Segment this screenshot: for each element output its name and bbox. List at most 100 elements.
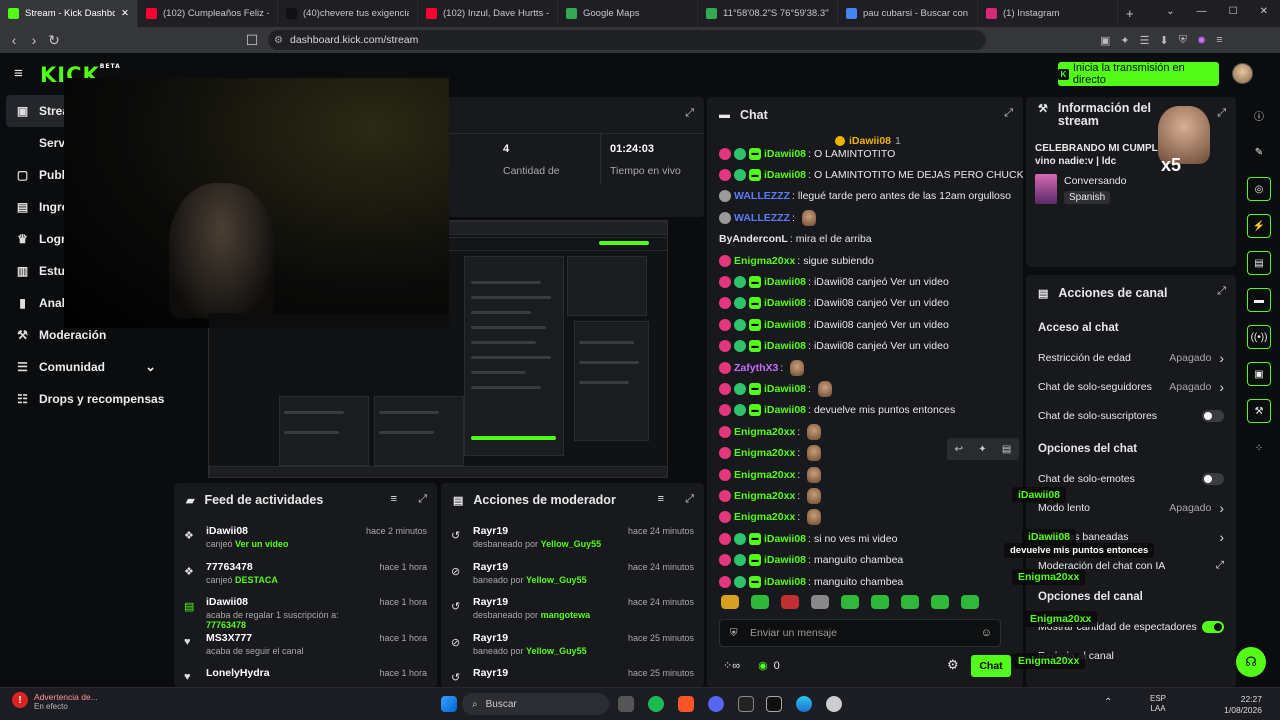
downloads-icon[interactable]: ⬇	[1160, 34, 1169, 47]
chat-username[interactable]: Enigma20xx	[734, 469, 795, 481]
chat-username[interactable]: Enigma20xx	[734, 490, 795, 502]
list-item-user[interactable]: 77763478	[206, 561, 379, 573]
info-icon[interactable]: ⓘ	[1247, 103, 1271, 127]
windows-start-icon[interactable]	[441, 696, 457, 712]
spotify-icon[interactable]	[648, 696, 664, 712]
browser-tab[interactable]: Google Maps	[558, 0, 698, 27]
list-item[interactable]: ⊘ Rayr19 baneado por Yellow_Guy55 hace 24 m…	[441, 557, 704, 593]
list-item-user[interactable]: iDawii08	[206, 596, 379, 608]
chat-username[interactable]: iDawii08	[764, 276, 806, 288]
edit-icon[interactable]: ✎	[1247, 140, 1271, 164]
chat-message[interactable]: ZafythX3:	[707, 357, 1023, 378]
discord-icon[interactable]	[708, 696, 724, 712]
maximize-icon[interactable]: ☐	[1229, 6, 1238, 17]
site-info-icon[interactable]: ⚙	[274, 35, 283, 46]
expand-icon[interactable]: ⤢	[685, 493, 694, 506]
list-item-user[interactable]: MS3X777	[206, 632, 379, 644]
chevron-down-icon[interactable]: ⌄	[1166, 6, 1174, 17]
chat-username[interactable]: iDawii08	[764, 148, 806, 160]
chat-message[interactable]: ▬ iDawii08: devuelve mis puntos entonces	[707, 400, 1023, 421]
send-chat-button[interactable]: Chat	[971, 655, 1011, 677]
browser-tab[interactable]: (40)chevere tus exigencias@	[278, 0, 418, 27]
expand-icon[interactable]: ⤢	[1004, 107, 1013, 120]
sidebar-item-drops[interactable]: ☷ Drops y recompensas	[0, 383, 170, 415]
browser-tab[interactable]: (102) Cumpleaños Feliz - Happ	[138, 0, 278, 27]
detail-highlight[interactable]: Yellow_Guy55	[526, 575, 587, 585]
chat-message[interactable]: Enigma20xx: sigue subiendo	[707, 250, 1023, 271]
toggle-switch[interactable]	[1202, 620, 1224, 633]
menu-icon[interactable]: ≡	[1216, 34, 1222, 46]
chat-message[interactable]: ▬ iDawii08: si no ves mi video	[707, 528, 1023, 549]
expand-icon[interactable]: ⤢	[1217, 285, 1226, 298]
minimize-icon[interactable]: —	[1197, 6, 1207, 17]
notes-icon[interactable]: ▤	[1247, 251, 1271, 275]
chevron-right-icon[interactable]: ›	[1219, 350, 1224, 366]
expand-icon[interactable]: ⤢	[1217, 107, 1226, 120]
emote-button[interactable]	[871, 595, 889, 609]
chat-message[interactable]: Enigma20xx:	[707, 464, 1023, 485]
more-icon[interactable]: ⁘	[1247, 436, 1271, 460]
app-icon[interactable]	[826, 696, 842, 712]
card-icon[interactable]: ▣	[1247, 362, 1271, 386]
detail-highlight[interactable]: Ver un video	[235, 539, 289, 549]
detail-highlight[interactable]: Yellow_Guy55	[526, 646, 587, 656]
notification-area[interactable]: ! Advertencia de... En efecto	[12, 692, 98, 711]
browser-tab[interactable]: 11°58'08.2"S 76°59'38.3"W - G	[698, 0, 838, 27]
toggle-switch[interactable]	[1202, 409, 1224, 422]
list-item[interactable]: ↺ Rayr19 desbaneado por Yellow_Guy55 hace 2…	[441, 521, 704, 557]
chat-username[interactable]: Enigma20xx	[734, 447, 795, 459]
chat-message[interactable]: ▬ iDawii08: iDawii08 canjeó Ver un video	[707, 314, 1023, 335]
bookmark-icon[interactable]: ☐	[242, 32, 262, 49]
chat-username[interactable]: iDawii08	[764, 404, 806, 416]
filter-icon[interactable]: ≡	[391, 493, 397, 505]
chat-message[interactable]: ▬ iDawii08: iDawii08 canjeó Ver un video	[707, 293, 1023, 314]
chat-username[interactable]: Enigma20xx	[734, 511, 795, 523]
back-icon[interactable]: ‹	[4, 32, 24, 48]
emote-button[interactable]	[901, 595, 919, 609]
chat-message[interactable]: ▬ iDawii08: iDawii08 canjeó Ver un video	[707, 336, 1023, 357]
chat-username[interactable]: ByAnderconL	[719, 233, 788, 245]
chat-message[interactable]: Enigma20xx:	[707, 485, 1023, 506]
sidebar-item-community[interactable]: ☰ Comunidad ⌄	[0, 351, 170, 383]
filter-icon[interactable]: ≡	[658, 493, 664, 505]
list-item-user[interactable]: iDawii08	[206, 525, 366, 537]
explorer-icon[interactable]	[618, 696, 634, 712]
chat-username[interactable]: iDawii08	[764, 533, 806, 545]
chat-message[interactable]: ByAnderconL: mira el de arriba	[707, 229, 1023, 250]
setting-row[interactable]: Chat de solo-seguidores Apagado ›	[1026, 372, 1236, 401]
infinity-icon[interactable]: ⁘∞	[723, 659, 740, 672]
chat-message[interactable]: ▬ iDawii08:	[707, 378, 1023, 399]
setting-row[interactable]: Restricción de edad Apagado ›	[1026, 343, 1236, 372]
url-field[interactable]: ⚙ dashboard.kick.com/stream	[268, 30, 986, 50]
chat-username[interactable]: WALLEZZZ	[734, 190, 790, 202]
browser-tab[interactable]: (1) Instagram	[978, 0, 1118, 27]
brave-icon[interactable]	[678, 696, 694, 712]
detail-highlight[interactable]: Yellow_Guy55	[541, 539, 602, 549]
edge-icon[interactable]	[796, 696, 812, 712]
list-item[interactable]: ❖ iDawii08 canjeó Ver un video hace 2 minut…	[174, 521, 437, 557]
list-item-user[interactable]: Rayr19	[473, 632, 628, 644]
chat-username[interactable]: Enigma20xx	[734, 426, 795, 438]
language-indicator[interactable]: ESP LAA	[1150, 694, 1166, 714]
translate-icon[interactable]: ▣	[1100, 34, 1110, 47]
wrench-icon[interactable]: ⚒	[1247, 399, 1271, 423]
chat-username[interactable]: Enigma20xx	[734, 255, 795, 267]
chevron-right-icon[interactable]: ›	[1219, 500, 1224, 516]
list-item[interactable]: ↺ Rayr19 hace 25 minutos	[441, 663, 704, 687]
chat-message[interactable]: ▬ iDawii08: manguito chambea	[707, 549, 1023, 570]
chat-username[interactable]: iDawii08	[764, 319, 806, 331]
chat-username[interactable]: iDawii08	[764, 383, 806, 395]
list-item[interactable]: ♥ MS3X777 acaba de seguir el canal hace 1 h…	[174, 628, 437, 664]
external-link-icon[interactable]: ⤢	[1216, 559, 1224, 572]
emote-button[interactable]	[721, 595, 739, 609]
reading-list-icon[interactable]: ☰	[1140, 34, 1150, 47]
reply-icon[interactable]: ↩	[955, 444, 963, 455]
emote-button[interactable]	[931, 595, 949, 609]
emote-button[interactable]	[961, 595, 979, 609]
list-item-user[interactable]: LonelyHydra	[206, 667, 379, 679]
chat-username[interactable]: iDawii08	[764, 169, 806, 181]
list-item-user[interactable]: Rayr19	[473, 667, 628, 679]
close-icon[interactable]: ✕	[121, 8, 129, 19]
emote-button[interactable]	[751, 595, 769, 609]
avatar[interactable]	[1232, 63, 1253, 84]
